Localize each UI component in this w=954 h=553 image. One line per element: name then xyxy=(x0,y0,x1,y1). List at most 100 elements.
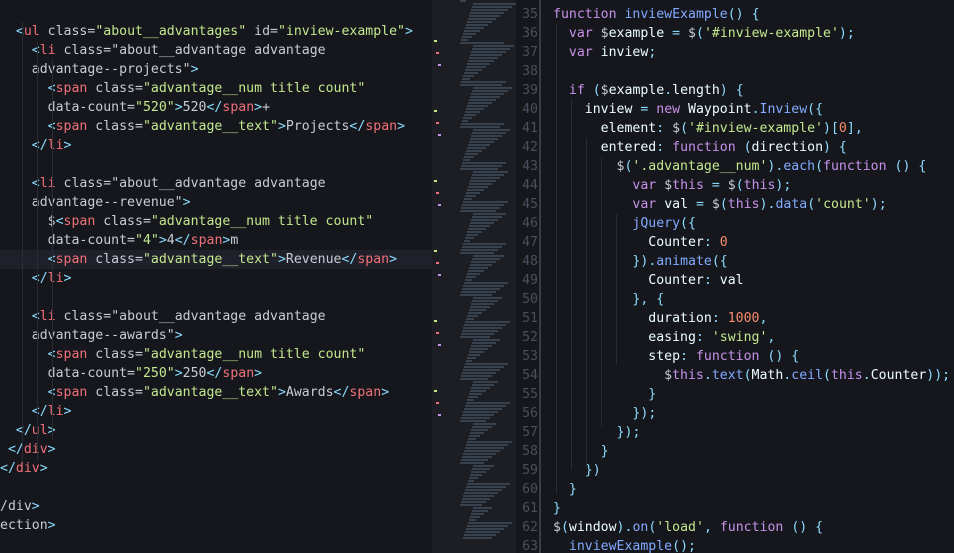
minimap-line xyxy=(461,249,498,251)
minimap-line xyxy=(465,69,482,71)
js-code-line[interactable]: 36 var $example = $('#inview-example'); xyxy=(516,24,954,43)
html-code-line[interactable] xyxy=(0,155,432,174)
js-code-line[interactable]: 42 entered: function (direction) { xyxy=(516,138,954,157)
js-code-line[interactable]: 53 step: function () { xyxy=(516,347,954,366)
gutter-divider xyxy=(539,0,541,553)
html-editor-pane[interactable]: <ul class="about__advantages" id="inview… xyxy=(0,0,432,553)
minimap-line xyxy=(463,453,496,455)
minimap-line xyxy=(462,204,504,206)
html-code-line[interactable]: <span class="advantage__text">Awards</sp… xyxy=(0,383,432,402)
js-code-line[interactable]: 50 }, { xyxy=(516,290,954,309)
minimap-line xyxy=(465,489,502,491)
minimap-change-marker xyxy=(434,390,437,392)
minimap-line xyxy=(461,375,492,377)
js-code-line[interactable]: 46 jQuery({ xyxy=(516,214,954,233)
minimap-line xyxy=(471,51,506,53)
html-code-text: <span class="advantage__text">Revenue</s… xyxy=(48,252,398,267)
indent-guide xyxy=(601,157,602,427)
html-code-line[interactable]: <span class="advantage__num title count" xyxy=(0,345,432,364)
html-code-line[interactable]: advantage--projects"> xyxy=(0,60,432,79)
minimap-line xyxy=(470,432,484,434)
html-code-line[interactable]: </li> xyxy=(0,136,432,155)
js-code-line[interactable]: 55 } xyxy=(516,385,954,404)
js-code-line[interactable]: 58 } xyxy=(516,442,954,461)
minimap-line xyxy=(468,186,488,188)
minimap-line xyxy=(464,366,504,368)
html-code-line[interactable]: ection> xyxy=(0,516,432,535)
html-code-line[interactable]: $<span class="advantage__num title count… xyxy=(0,212,432,231)
minimap-line xyxy=(462,162,506,164)
html-code-line[interactable]: <li class="about__advantage advantage xyxy=(0,174,432,193)
line-number: 60 xyxy=(522,482,538,497)
js-code-line[interactable]: 52 easing: 'swing', xyxy=(516,328,954,347)
js-code-line[interactable]: 54 $this.text(Math.ceil(this.Counter)); xyxy=(516,366,954,385)
line-number: 40 xyxy=(522,102,538,117)
html-code-line[interactable]: advantage--revenue"> xyxy=(0,193,432,212)
html-code-line[interactable]: </li> xyxy=(0,402,432,421)
html-code-line[interactable]: <span class="advantage__text">Projects</… xyxy=(0,117,432,136)
js-code-line[interactable]: 35 function inviewExample() { xyxy=(516,5,954,24)
minimap-line xyxy=(461,39,468,41)
html-code-line[interactable] xyxy=(0,478,432,497)
line-number: 61 xyxy=(522,501,538,516)
minimap-line xyxy=(469,99,496,101)
js-code-line[interactable]: 57 }); xyxy=(516,423,954,442)
js-code-line[interactable]: 45 var val = $(this).data('count'); xyxy=(516,195,954,214)
html-code-line[interactable]: data-count="520">520</span>+ xyxy=(0,98,432,117)
minimap-line xyxy=(471,93,504,95)
js-code-line[interactable]: 62 $(window).on('load', function () { xyxy=(516,518,954,537)
html-code-line[interactable]: </div> xyxy=(0,459,432,478)
html-code-line[interactable]: <ul class="about__advantages" id="inview… xyxy=(0,22,432,41)
html-code-line[interactable]: <li class="about__advantage advantage xyxy=(0,307,432,326)
html-code-line[interactable]: data-count="250">250</span> xyxy=(0,364,432,383)
js-code-line[interactable]: 56 }); xyxy=(516,404,954,423)
js-code-text: } xyxy=(648,387,657,402)
js-code-line[interactable]: 48 }).animate({ xyxy=(516,252,954,271)
js-code-line[interactable]: 41 element: $('#inview-example')[0], xyxy=(516,119,954,138)
html-code-text: <ul class="about__advantages" id="inview… xyxy=(15,24,413,39)
minimap-line xyxy=(461,501,486,503)
line-number: 57 xyxy=(522,425,538,440)
html-code-line[interactable]: <span class="advantage__text">Revenue</s… xyxy=(0,250,432,269)
js-code-line[interactable]: 60 } xyxy=(516,480,954,499)
line-number: 63 xyxy=(522,539,538,553)
js-code-line[interactable]: 44 var $this = $(this); xyxy=(516,176,954,195)
minimap-line xyxy=(471,387,490,389)
minimap-line xyxy=(470,306,490,308)
minimap-line xyxy=(470,138,498,140)
html-code-line[interactable]: </div> xyxy=(0,440,432,459)
js-editor-pane[interactable]: 35 function inviewExample() {36 var $exam… xyxy=(516,0,954,553)
js-code-text: $(window).on('load', function () { xyxy=(553,520,824,535)
minimap-line xyxy=(472,48,510,50)
minimap-line xyxy=(468,438,476,440)
html-code-line[interactable]: data-count="4">4</span>m xyxy=(0,231,432,250)
minimap-line xyxy=(464,408,502,410)
js-code-line[interactable]: 49 Counter: val xyxy=(516,271,954,290)
minimap-line xyxy=(465,27,484,29)
html-code-line[interactable] xyxy=(0,535,432,553)
html-code-line[interactable]: <span class="advantage__num title count" xyxy=(0,79,432,98)
js-code-line[interactable]: 59 }) xyxy=(516,461,954,480)
html-code-line[interactable]: </li> xyxy=(0,269,432,288)
minimap-change-marker xyxy=(436,52,439,54)
js-code-line[interactable]: 40 inview = new Waypoint.Inview({ xyxy=(516,100,954,119)
minimap-line xyxy=(466,108,484,110)
js-code-line[interactable]: 43 $('.advantage__num').each(function ()… xyxy=(516,157,954,176)
html-code-line[interactable]: /div> xyxy=(0,497,432,516)
js-code-line[interactable]: 63 inviewExample(); xyxy=(516,537,954,553)
js-code-line[interactable]: 47 Counter: 0 xyxy=(516,233,954,252)
minimap-line xyxy=(463,33,476,35)
js-code-line[interactable]: 61} xyxy=(516,499,954,518)
js-code-line[interactable]: 51 duration: 1000, xyxy=(516,309,954,328)
js-code-line[interactable]: 39 if ($example.length) { xyxy=(516,81,954,100)
html-code-line[interactable]: </ul> xyxy=(0,421,432,440)
minimap-line xyxy=(460,294,492,296)
html-code-line[interactable] xyxy=(0,288,432,307)
js-code-text: }) xyxy=(584,463,601,478)
html-code-line[interactable]: advantage--awards"> xyxy=(0,326,432,345)
minimap[interactable] xyxy=(432,0,516,553)
html-code-line[interactable]: <li class="about__advantage advantage xyxy=(0,41,432,60)
js-code-line[interactable]: 38 xyxy=(516,62,954,81)
line-number: 50 xyxy=(522,292,538,307)
js-code-line[interactable]: 37 var inview; xyxy=(516,43,954,62)
